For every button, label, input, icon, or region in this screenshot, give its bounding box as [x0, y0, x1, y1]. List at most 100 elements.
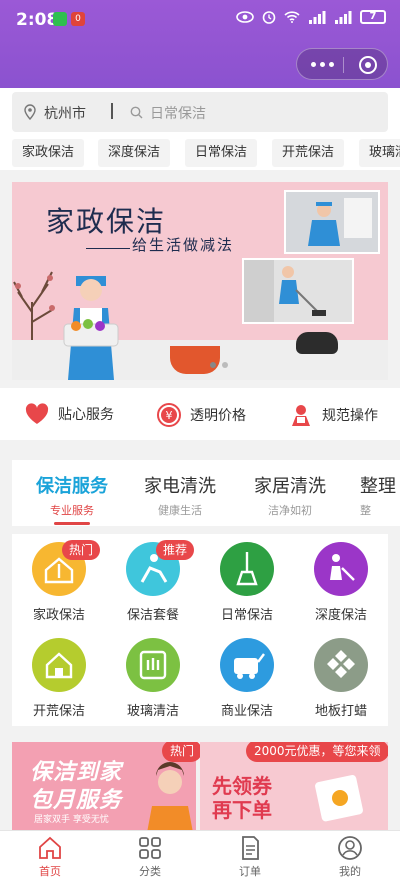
tab-title: 保洁服务 — [36, 476, 108, 497]
coupon-icon — [315, 775, 363, 822]
nav-home[interactable]: 首页 — [10, 835, 90, 879]
capsule-divider — [343, 57, 344, 73]
status-bar: 2:08 0 7 — [0, 0, 400, 40]
service-item-commercial[interactable]: 商业保洁 — [200, 630, 294, 724]
miniprogram-capsule — [296, 48, 388, 80]
search-divider — [111, 103, 113, 119]
tab-subtitle: 洁净如初 — [268, 504, 312, 517]
chip-item[interactable]: 日常保洁 — [185, 139, 258, 167]
cleaner-illustration — [63, 276, 119, 380]
service-item-glass[interactable]: 玻璃清洁 — [106, 630, 200, 724]
nav-profile[interactable]: 我的 — [310, 835, 390, 879]
tab-cleaning[interactable]: 保洁服务 专业服务 — [30, 472, 114, 518]
nav-label: 订单 — [239, 865, 261, 878]
vacuum-photo — [242, 258, 354, 324]
app-notification-icon: 0 — [71, 12, 85, 26]
home-icon — [39, 836, 61, 859]
broom-icon — [220, 542, 274, 596]
nav-label: 首页 — [39, 865, 61, 878]
tab-subtitle: 专业服务 — [50, 504, 94, 517]
nav-label: 分类 — [139, 865, 161, 878]
wifi-icon — [284, 11, 300, 23]
grid-icon — [139, 837, 161, 859]
nav-label: 我的 — [339, 865, 361, 878]
heart-icon — [25, 403, 49, 424]
status-time: 2:08 — [16, 10, 59, 30]
feature-strip: 贴心服务 ¥ 透明价格 规范操作 — [0, 388, 400, 440]
nav-orders[interactable]: 订单 — [210, 835, 290, 879]
more-icon[interactable] — [311, 62, 334, 67]
service-item-package[interactable]: 推荐 保洁套餐 — [106, 534, 200, 628]
promo-subtitle: 居家双手 享受无忧 — [34, 815, 109, 825]
service-item-daily[interactable]: 日常保洁 — [200, 534, 294, 628]
chip-item[interactable]: 家政保洁 — [12, 139, 85, 167]
banner-line — [86, 248, 130, 249]
service-grid: 热门 家政保洁 推荐 保洁套餐 日常保洁 深度保洁 开荒保洁 玻璃清洁 商业保洁… — [12, 534, 388, 726]
hot-badge: 热门 — [62, 540, 101, 560]
tab-subtitle: 整 — [360, 504, 371, 517]
banner-carousel[interactable]: 家政保洁 给生活做减法 — [12, 182, 388, 380]
service-label: 家政保洁 — [32, 608, 85, 623]
quick-category-chips: 家政保洁 深度保洁 日常保洁 开荒保洁 玻璃清 — [0, 136, 400, 170]
flower-pot — [170, 346, 220, 374]
service-label: 保洁套餐 — [126, 608, 179, 623]
cleaning-photo — [284, 190, 380, 254]
search-box[interactable]: 杭州市 日常保洁 — [12, 92, 388, 132]
service-item-reclaim[interactable]: 开荒保洁 — [12, 630, 106, 724]
vacuum-icon — [314, 542, 368, 596]
promo-section: 保洁到家 包月服务 居家双手 享受无忧 热门 先领券 再下单 2000元优惠，等… — [12, 742, 388, 838]
chip-item[interactable]: 开荒保洁 — [272, 139, 345, 167]
tab-home[interactable]: 家居清洗 洁净如初 — [248, 472, 332, 518]
eye-icon — [236, 11, 254, 23]
signal-2-icon — [335, 10, 352, 24]
battery-icon: 7 — [360, 10, 386, 24]
search-bar: 杭州市 日常保洁 — [0, 88, 400, 136]
coupon-badge: 2000元优惠，等您来领 — [246, 742, 388, 762]
service-label: 深度保洁 — [314, 608, 367, 623]
worker-icon — [292, 405, 310, 426]
machine-icon — [220, 638, 274, 692]
search-icon — [130, 106, 143, 119]
tab-active-indicator — [54, 522, 90, 525]
order-icon — [242, 836, 259, 860]
tree-decoration — [13, 271, 55, 352]
feature-label: 规范操作 — [322, 408, 378, 424]
service-item-floor-wax[interactable]: 地板打蜡 — [294, 630, 388, 724]
hot-badge: 热门 — [162, 742, 203, 762]
nav-category[interactable]: 分类 — [110, 835, 190, 879]
carousel-dot[interactable] — [222, 362, 228, 368]
tab-title: 家电清洗 — [144, 476, 216, 497]
signal-icon — [309, 10, 326, 24]
svg-text:¥: ¥ — [166, 409, 173, 422]
bottom-nav: 首页 分类 订单 我的 — [0, 830, 400, 882]
coupon-title-2: 再下单 — [212, 798, 272, 822]
girl-illustration — [146, 762, 194, 838]
close-target-icon[interactable] — [359, 56, 377, 74]
service-item-deep[interactable]: 深度保洁 — [294, 534, 388, 628]
tab-organize[interactable]: 整理 整 — [360, 472, 400, 518]
service-label: 开荒保洁 — [32, 704, 85, 719]
tab-appliance[interactable]: 家电清洗 健康生活 — [138, 472, 222, 518]
alarm-icon — [262, 11, 276, 24]
banner-subtitle: 给生活做减法 — [132, 236, 235, 254]
chip-item[interactable]: 深度保洁 — [98, 139, 171, 167]
chip-item[interactable]: 玻璃清 — [359, 139, 400, 167]
promo-title-2: 包月服务 — [30, 788, 123, 813]
feature-item: 规范操作 — [288, 402, 378, 428]
location-icon — [24, 104, 36, 120]
service-label: 日常保洁 — [220, 608, 273, 623]
feature-label: 透明价格 — [190, 408, 246, 424]
search-input[interactable]: 日常保洁 — [150, 103, 206, 123]
status-icons: 7 — [236, 10, 386, 24]
carousel-dot[interactable] — [210, 362, 216, 368]
recommend-badge: 推荐 — [156, 540, 195, 560]
service-label: 地板打蜡 — [314, 704, 367, 719]
tab-subtitle: 健康生活 — [158, 504, 202, 517]
tab-title: 家居清洗 — [254, 476, 326, 497]
service-item-home-cleaning[interactable]: 热门 家政保洁 — [12, 534, 106, 628]
user-icon — [338, 836, 362, 860]
floor-tile-icon — [314, 638, 368, 692]
service-label: 玻璃清洁 — [126, 704, 179, 719]
city-selector[interactable]: 杭州市 — [44, 103, 86, 123]
feature-item: ¥ 透明价格 — [156, 402, 246, 428]
